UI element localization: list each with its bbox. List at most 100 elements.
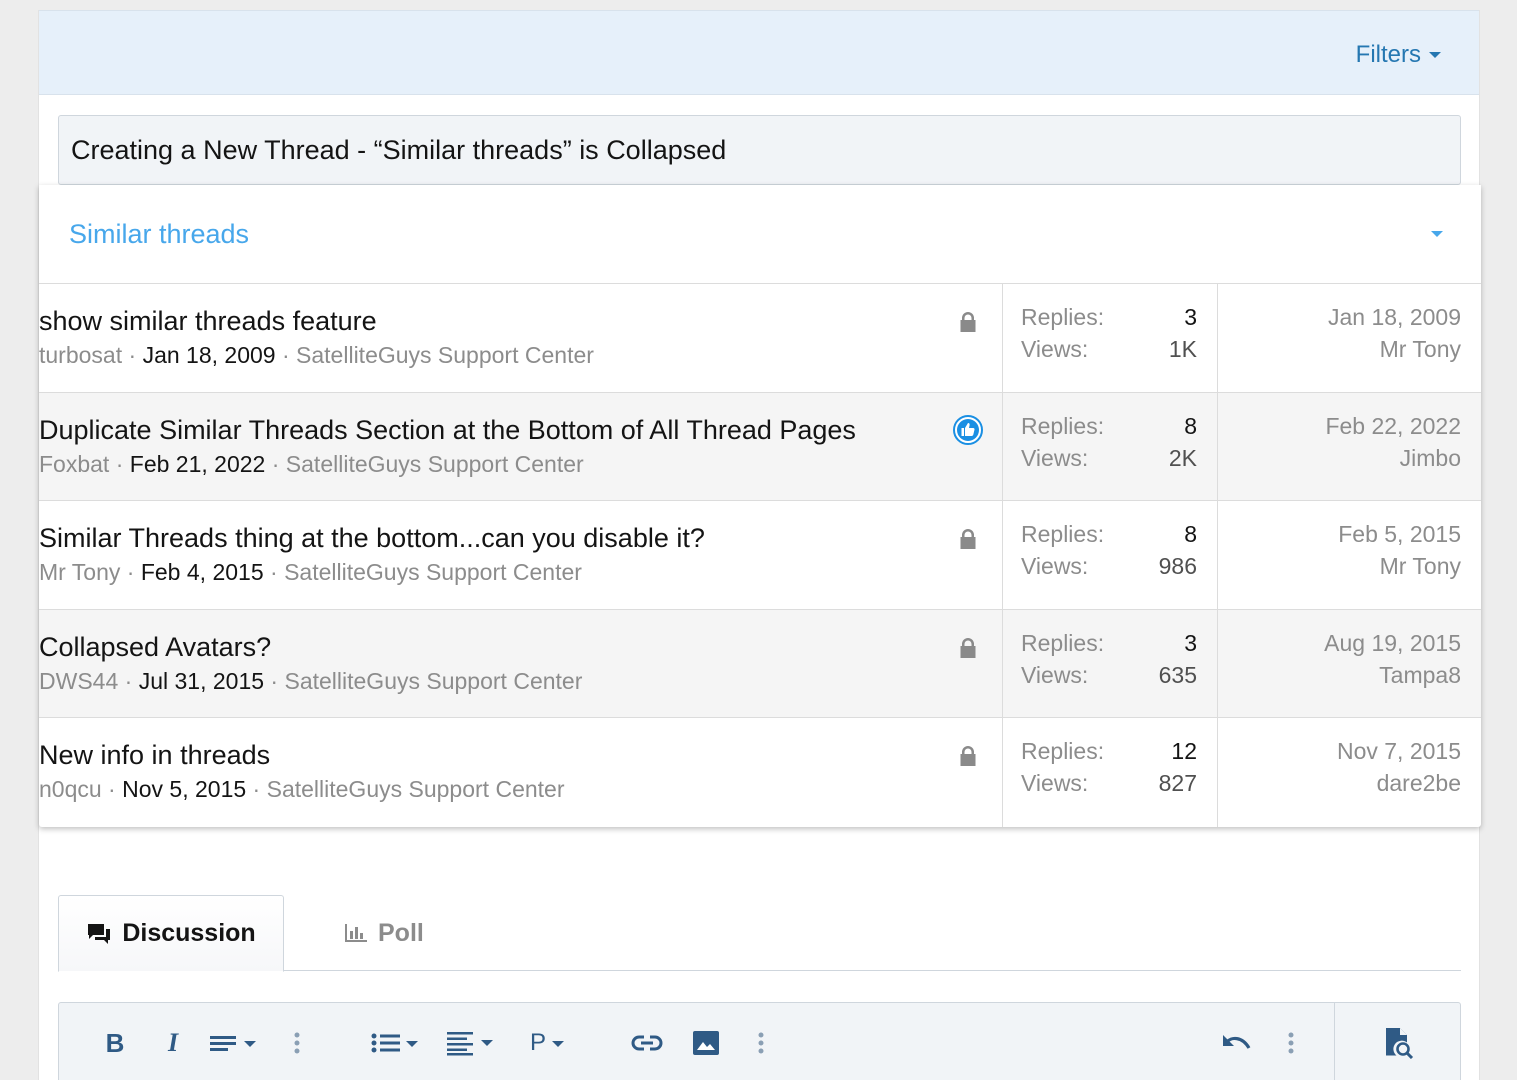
undo-button[interactable] [1219, 1025, 1255, 1061]
last-post-date[interactable]: Feb 22, 2022 [1325, 413, 1461, 440]
thread-title-input[interactable]: Creating a New Thread - “Similar threads… [58, 115, 1461, 185]
replies-label: Replies: [1021, 738, 1105, 765]
more-vertical-icon [294, 1032, 300, 1054]
thread-last-post-cell: Feb 22, 2022 Jimbo [1218, 393, 1481, 501]
meta-separator: · [101, 776, 123, 803]
list-button[interactable] [369, 1025, 425, 1061]
replies-label: Replies: [1021, 412, 1105, 439]
thread-author[interactable]: Mr Tony [39, 559, 120, 585]
thread-meta: Mr Tony · Feb 4, 2015 · SatelliteGuys Su… [39, 559, 582, 586]
preview-icon [1386, 1028, 1414, 1059]
more-options-button[interactable] [1281, 1025, 1301, 1061]
similar-threads-header[interactable]: Similar threads [39, 185, 1481, 284]
last-post-date[interactable]: Nov 7, 2015 [1337, 738, 1461, 765]
align-button[interactable] [444, 1025, 500, 1061]
lock-icon [960, 637, 976, 658]
replies-label: Replies: [1021, 304, 1105, 330]
last-post-user[interactable]: Jimbo [1400, 445, 1461, 472]
similar-threads-title[interactable]: Similar threads [69, 219, 249, 250]
link-icon [631, 1035, 663, 1051]
link-button[interactable] [629, 1025, 665, 1061]
lock-icon [960, 529, 976, 550]
last-post-user[interactable]: Mr Tony [1380, 553, 1461, 580]
thumbs-up-icon [953, 414, 983, 445]
more-options-button[interactable] [287, 1025, 307, 1061]
replies-count: 8 [1184, 412, 1197, 439]
filters-button[interactable]: Filters [1356, 41, 1441, 69]
views-count: 2K [1168, 444, 1197, 471]
replies-count: 8 [1184, 521, 1197, 548]
caret-down-icon [1429, 52, 1441, 58]
meta-separator: · [120, 559, 141, 586]
thread-forum[interactable]: SatelliteGuys Support Center [296, 342, 594, 368]
text-options-button[interactable] [207, 1025, 263, 1061]
thread-stats-cell: Replies: 8 Views: 2K [1003, 392, 1218, 501]
image-icon [693, 1031, 719, 1055]
replies-count: 3 [1184, 304, 1197, 330]
thread-author[interactable]: turbosat [39, 342, 122, 368]
replies-label: Replies: [1021, 629, 1105, 656]
views-count: 827 [1158, 770, 1197, 797]
thread-title-link[interactable]: Collapsed Avatars? [39, 632, 271, 663]
bar-chart-icon [345, 924, 367, 942]
thread-forum[interactable]: SatelliteGuys Support Center [267, 776, 565, 802]
thread-author[interactable]: n0qcu [39, 776, 102, 802]
more-options-button[interactable] [751, 1025, 771, 1061]
thread-start-date[interactable]: Feb 21, 2022 [130, 451, 266, 477]
last-post-date[interactable]: Jan 18, 2009 [1328, 304, 1461, 331]
thread-title-link[interactable]: Similar Threads thing at the bottom...ca… [39, 523, 705, 554]
thread-author[interactable]: DWS44 [39, 668, 118, 694]
views-count: 986 [1158, 553, 1197, 580]
tab-discussion[interactable]: Discussion [58, 895, 284, 972]
thread-row: Collapsed Avatars? DWS44 · Jul 31, 2015 … [39, 609, 1481, 719]
thread-start-date[interactable]: Nov 5, 2015 [122, 776, 246, 802]
views-label: Views: [1021, 770, 1089, 797]
filter-bar: Filters [39, 10, 1479, 95]
views-label: Views: [1021, 661, 1089, 688]
thread-main-cell: Collapsed Avatars? DWS44 · Jul 31, 2015 … [39, 609, 1003, 718]
last-post-date[interactable]: Feb 5, 2015 [1338, 521, 1461, 548]
thread-last-post-cell: Aug 19, 2015 Tampa8 [1218, 610, 1481, 718]
meta-separator: · [265, 450, 286, 477]
tab-poll[interactable]: Poll [344, 895, 424, 971]
views-count: 635 [1158, 661, 1197, 688]
caret-down-icon[interactable] [1431, 231, 1443, 237]
thread-last-post-cell: Jan 18, 2009 Mr Tony [1218, 284, 1481, 392]
italic-button[interactable]: I [157, 1025, 189, 1061]
preview-button[interactable] [1381, 1025, 1417, 1061]
more-vertical-icon [758, 1032, 764, 1054]
meta-separator: · [246, 776, 267, 803]
thread-start-date[interactable]: Feb 4, 2015 [141, 559, 264, 585]
thread-row: Similar Threads thing at the bottom...ca… [39, 501, 1481, 610]
last-post-user[interactable]: Tampa8 [1379, 662, 1461, 689]
bold-button[interactable]: B [99, 1025, 131, 1061]
thread-main-cell: Similar Threads thing at the bottom...ca… [39, 501, 1003, 609]
editor-tabs: Discussion Poll [58, 895, 1461, 972]
paragraph-format-icon: P [529, 1029, 546, 1056]
last-post-user[interactable]: dare2be [1377, 770, 1461, 797]
tab-discussion-label: Discussion [122, 919, 256, 947]
thread-title-link[interactable]: Duplicate Similar Threads Section at the… [39, 415, 856, 446]
last-post-user[interactable]: Mr Tony [1380, 336, 1461, 363]
image-button[interactable] [691, 1025, 721, 1061]
thread-main-cell: New info in threads n0qcu · Nov 5, 2015 … [39, 718, 1003, 827]
editor-toolbar: B I P [58, 1002, 1461, 1080]
views-label: Views: [1021, 336, 1089, 362]
list-icon [371, 1033, 418, 1053]
thread-forum[interactable]: SatelliteGuys Support Center [286, 451, 584, 477]
thread-author[interactable]: Foxbat [39, 451, 109, 477]
thread-meta: DWS44 · Jul 31, 2015 · SatelliteGuys Sup… [39, 668, 582, 695]
thread-start-date[interactable]: Jan 18, 2009 [143, 342, 276, 368]
thread-start-date[interactable]: Jul 31, 2015 [139, 668, 264, 694]
thread-forum[interactable]: SatelliteGuys Support Center [284, 559, 582, 585]
thread-stats-cell: Replies: 12 Views: 827 [1003, 718, 1218, 827]
thread-row: Duplicate Similar Threads Section at the… [39, 392, 1481, 502]
last-post-date[interactable]: Aug 19, 2015 [1324, 630, 1461, 657]
thread-title-link[interactable]: New info in threads [39, 740, 270, 771]
replies-count: 3 [1184, 629, 1197, 656]
thread-forum[interactable]: SatelliteGuys Support Center [284, 668, 582, 694]
thread-title-link[interactable]: show similar threads feature [39, 306, 377, 337]
paragraph-format-button[interactable]: P [524, 1025, 574, 1061]
thread-main-cell: Duplicate Similar Threads Section at the… [39, 392, 1003, 501]
meta-separator: · [263, 559, 285, 586]
